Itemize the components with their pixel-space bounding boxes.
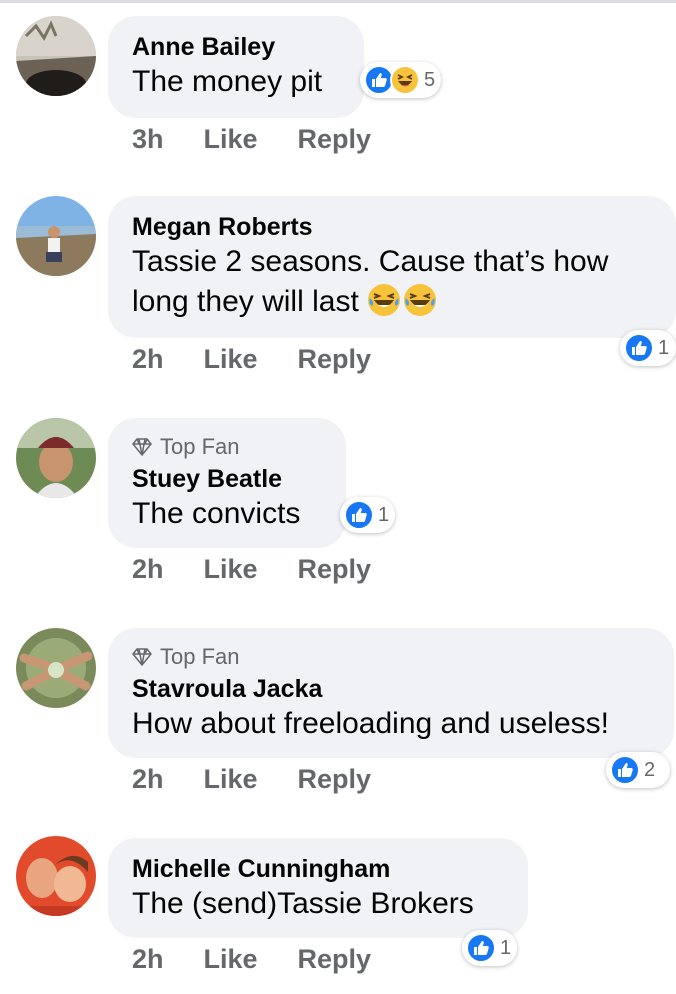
comment-bubble: Anne Bailey The money pit bbox=[108, 16, 364, 118]
reaction-count: 1 bbox=[378, 503, 390, 526]
like-button[interactable]: Like bbox=[204, 554, 258, 585]
comment-bubble: Top Fan Stavroula Jacka How about freelo… bbox=[108, 628, 674, 758]
reaction-summary[interactable]: 5 bbox=[360, 62, 442, 98]
reaction-count: 2 bbox=[644, 758, 656, 781]
comment-text: The (send)Tassie Brokers bbox=[132, 887, 474, 920]
reaction-count: 1 bbox=[658, 336, 670, 359]
reaction-summary[interactable]: 2 bbox=[606, 752, 670, 788]
comment-text: The money pit bbox=[132, 65, 323, 98]
like-button[interactable]: Like bbox=[204, 944, 258, 975]
comment-actions: 2h Like Reply bbox=[132, 344, 411, 375]
comment-text: Tassie 2 seasons. Cause that’s how long … bbox=[132, 242, 652, 322]
like-reaction-icon bbox=[610, 755, 640, 785]
diamond-icon bbox=[132, 438, 152, 456]
avatar[interactable] bbox=[16, 16, 96, 96]
reply-button[interactable]: Reply bbox=[298, 764, 372, 795]
top-fan-badge: Top Fan bbox=[132, 434, 322, 460]
avatar[interactable] bbox=[16, 196, 96, 276]
reaction-summary[interactable]: 1 bbox=[340, 497, 396, 533]
comment-bubble: Michelle Cunningham The (send)Tassie Bro… bbox=[108, 838, 528, 938]
comment-bubble: Megan Roberts Tassie 2 seasons. Cause th… bbox=[108, 196, 676, 338]
comment-actions: 2h Like Reply bbox=[132, 554, 411, 585]
comment-bubble: Top Fan Stuey Beatle The convicts bbox=[108, 418, 346, 548]
comment-author[interactable]: Anne Bailey bbox=[132, 32, 340, 62]
comment-author[interactable]: Stavroula Jacka bbox=[132, 674, 650, 704]
avatar-image bbox=[16, 418, 96, 498]
like-reaction-icon bbox=[624, 333, 654, 363]
reaction-count: 5 bbox=[424, 68, 436, 91]
avatar[interactable] bbox=[16, 836, 96, 916]
haha-reaction-icon bbox=[390, 65, 420, 95]
top-fan-label: Top Fan bbox=[160, 644, 240, 669]
comment-timestamp[interactable]: 2h bbox=[132, 554, 164, 585]
comment-text: The convicts bbox=[132, 497, 301, 530]
comment-timestamp[interactable]: 2h bbox=[132, 764, 164, 795]
comment-actions: 2h Like Reply bbox=[132, 944, 411, 975]
comment-author[interactable]: Stuey Beatle bbox=[132, 464, 322, 494]
avatar-image bbox=[16, 16, 96, 96]
like-reaction-icon bbox=[344, 500, 374, 530]
comment-author[interactable]: Michelle Cunningham bbox=[132, 854, 504, 884]
reply-button[interactable]: Reply bbox=[298, 554, 372, 585]
comment-author[interactable]: Megan Roberts bbox=[132, 212, 652, 242]
tears-of-joy-emoji-icon bbox=[368, 284, 401, 316]
comment-timestamp[interactable]: 2h bbox=[132, 344, 164, 375]
comment-actions: 2h Like Reply bbox=[132, 764, 411, 795]
avatar[interactable] bbox=[16, 418, 96, 498]
comment-actions: 3h Like Reply bbox=[132, 124, 411, 155]
tears-of-joy-emoji-icon bbox=[404, 284, 437, 316]
top-fan-badge: Top Fan bbox=[132, 644, 650, 670]
top-divider bbox=[0, 0, 676, 3]
like-reaction-icon bbox=[466, 933, 496, 963]
reaction-count: 1 bbox=[500, 936, 512, 959]
like-button[interactable]: Like bbox=[204, 124, 258, 155]
reaction-summary[interactable]: 1 bbox=[462, 930, 518, 966]
comment-timestamp[interactable]: 3h bbox=[132, 124, 164, 155]
avatar-image bbox=[16, 196, 96, 276]
avatar-image bbox=[16, 628, 96, 708]
comment-timestamp[interactable]: 2h bbox=[132, 944, 164, 975]
top-fan-label: Top Fan bbox=[160, 434, 240, 459]
reply-button[interactable]: Reply bbox=[298, 944, 372, 975]
comment-text: How about freeloading and useless! bbox=[132, 707, 609, 740]
diamond-icon bbox=[132, 648, 152, 666]
reply-button[interactable]: Reply bbox=[298, 124, 372, 155]
like-button[interactable]: Like bbox=[204, 344, 258, 375]
reaction-summary[interactable]: 1 bbox=[620, 330, 676, 366]
avatar-image bbox=[16, 836, 96, 916]
reply-button[interactable]: Reply bbox=[298, 344, 372, 375]
like-button[interactable]: Like bbox=[204, 764, 258, 795]
avatar[interactable] bbox=[16, 628, 96, 708]
